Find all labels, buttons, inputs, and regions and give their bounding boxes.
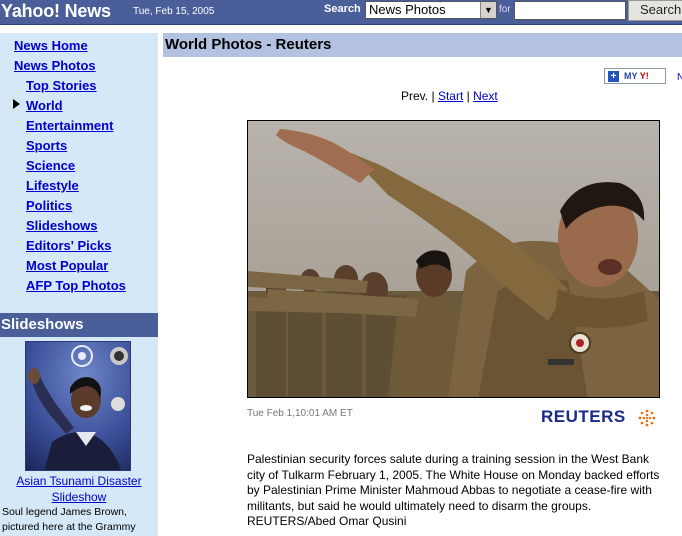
yahoo-y-logo: Y! xyxy=(639,71,649,81)
search-scope-value: News Photos xyxy=(369,2,446,17)
reuters-logo: REUTERS xyxy=(541,407,626,426)
nav-science[interactable]: Science xyxy=(26,158,75,173)
search-scope-select[interactable]: News Photos ▼ xyxy=(365,1,497,19)
for-label: for xyxy=(499,4,511,15)
yahoo-news-logo[interactable]: Yahoo! News xyxy=(1,1,111,22)
main-header-bar: World Photos - Reuters xyxy=(163,33,682,57)
nav-lifestyle[interactable]: Lifestyle xyxy=(26,178,79,193)
pager-prev: Prev. xyxy=(401,89,429,103)
truncated-link-edge: N xyxy=(677,72,682,83)
my-yahoo-label: MY xyxy=(624,71,638,81)
news-photo[interactable] xyxy=(247,120,660,398)
nav-most-popular[interactable]: Most Popular xyxy=(26,258,108,273)
pager-next-link[interactable]: Next xyxy=(473,89,498,103)
nav-world[interactable]: World xyxy=(26,98,63,113)
dropdown-arrow-icon[interactable]: ▼ xyxy=(480,2,496,18)
nav-slideshows[interactable]: Slideshows xyxy=(26,218,98,233)
add-to-my-yahoo-button[interactable]: + MY Y! xyxy=(604,68,666,84)
nav-afp-top-photos[interactable]: AFP Top Photos xyxy=(26,278,126,293)
slideshow-link[interactable]: Asian Tsunami Disaster Slideshow xyxy=(0,473,158,505)
slideshow-description: Soul legend James Brown, pictured here a… xyxy=(2,506,136,533)
current-section-arrow-icon xyxy=(13,99,20,109)
nav-news-home[interactable]: News Home xyxy=(14,38,88,53)
nav-editors-picks[interactable]: Editors' Picks xyxy=(26,238,111,253)
page-title: World Photos - Reuters xyxy=(165,36,332,53)
pager-separator: | xyxy=(466,89,470,103)
search-input[interactable] xyxy=(514,1,626,20)
pager-start-link[interactable]: Start xyxy=(438,89,463,103)
news-photo-image xyxy=(248,121,659,397)
nav-top-stories[interactable]: Top Stories xyxy=(26,78,97,93)
photo-pager: Prev. | Start | Next xyxy=(401,89,498,103)
slideshows-header: Slideshows xyxy=(0,313,158,337)
slideshow-thumbnail[interactable] xyxy=(25,341,131,471)
pager-separator: | xyxy=(431,89,435,103)
slideshows-title: Slideshows xyxy=(1,316,84,333)
nav-entertainment[interactable]: Entertainment xyxy=(26,118,113,133)
nav-politics[interactable]: Politics xyxy=(26,198,72,213)
search-label: Search xyxy=(324,3,361,15)
photo-caption: Palestinian security forces salute durin… xyxy=(247,452,660,528)
header-date: Tue, Feb 15, 2005 xyxy=(133,6,215,17)
nav-sports[interactable]: Sports xyxy=(26,138,67,153)
nav-news-photos[interactable]: News Photos xyxy=(14,58,96,73)
photo-timestamp: Tue Feb 1,10:01 AM ET xyxy=(247,408,353,419)
plus-icon: + xyxy=(608,71,619,82)
search-button[interactable]: Search xyxy=(628,0,682,21)
thumbnail-image xyxy=(26,342,130,470)
reuters-dots-icon xyxy=(638,409,656,427)
top-bar: Yahoo! News Tue, Feb 15, 2005 Search New… xyxy=(0,0,682,25)
